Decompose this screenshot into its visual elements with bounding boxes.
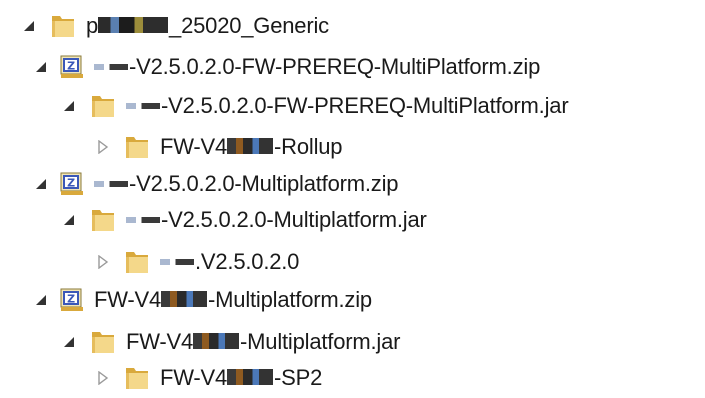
tree-row-label: -V2.5.0.2.0-FW-PREREQ-MultiPlatform.zip xyxy=(94,54,540,80)
folder-icon xyxy=(88,206,118,234)
tree-row-label: FW-V4 -SP2 xyxy=(160,365,323,390)
expanded-arrow-icon[interactable] xyxy=(34,293,48,307)
tree-row-label: -V2.5.0.2.0-Multiplatform.jar xyxy=(126,207,427,233)
folder-icon xyxy=(122,248,152,276)
redaction-mark xyxy=(227,369,274,385)
redaction-mark xyxy=(126,103,160,109)
redaction-mark xyxy=(94,64,128,70)
collapsed-arrow-icon[interactable] xyxy=(96,255,110,269)
tree-row-label: FW-V4 -Multiplatform.zip xyxy=(94,287,372,312)
redaction-mark xyxy=(94,181,128,187)
tree-row-zip[interactable]: Z -V2.5.0.2.0-Multiplatform.zip xyxy=(0,164,705,204)
expanded-arrow-icon[interactable] xyxy=(62,99,76,113)
redaction-mark xyxy=(160,259,194,265)
tree-row-jar[interactable]: FW-V4 -Multiplatform.jar xyxy=(0,322,705,362)
folder-tree: p _25020_Generic Z -V2.5.0.2.0-FW-PREREQ… xyxy=(0,0,705,390)
folder-icon xyxy=(88,92,118,120)
svg-text:Z: Z xyxy=(67,177,75,190)
tree-row-jar[interactable]: -V2.5.0.2.0-Multiplatform.jar xyxy=(0,200,705,240)
tree-row-label: FW-V4 -Rollup xyxy=(160,134,343,159)
expanded-arrow-icon[interactable] xyxy=(62,335,76,349)
zip-archive-icon: Z xyxy=(58,170,86,198)
svg-text:Z: Z xyxy=(67,293,75,306)
tree-row-label: -V2.5.0.2.0-FW-PREREQ-MultiPlatform.jar xyxy=(126,93,569,119)
tree-row-rollup[interactable]: FW-V4 -Rollup xyxy=(0,127,705,167)
tree-row-sp2[interactable]: FW-V4 -SP2 xyxy=(0,358,705,398)
tree-row-label: p _25020_Generic xyxy=(86,13,329,38)
redaction-mark xyxy=(98,17,169,33)
redaction-mark xyxy=(126,217,160,223)
tree-row-zip[interactable]: Z -V2.5.0.2.0-FW-PREREQ-MultiPlatform.zi… xyxy=(0,47,705,87)
redaction-mark xyxy=(161,291,208,307)
svg-text:Z: Z xyxy=(67,60,75,73)
expanded-arrow-icon[interactable] xyxy=(62,213,76,227)
tree-row-jar[interactable]: -V2.5.0.2.0-FW-PREREQ-MultiPlatform.jar xyxy=(0,86,705,126)
folder-icon xyxy=(88,328,118,356)
tree-row-label: FW-V4 -Multiplatform.jar xyxy=(126,329,401,354)
tree-row-label: -V2.5.0.2.0-Multiplatform.zip xyxy=(94,171,399,197)
redaction-mark xyxy=(193,333,240,349)
tree-row-version-folder[interactable]: .V2.5.0.2.0 xyxy=(0,242,705,282)
zip-archive-icon: Z xyxy=(58,53,86,81)
folder-icon xyxy=(48,12,78,40)
redaction-mark xyxy=(227,138,274,154)
expanded-arrow-icon[interactable] xyxy=(34,60,48,74)
collapsed-arrow-icon[interactable] xyxy=(96,371,110,385)
zip-archive-icon: Z xyxy=(58,286,86,314)
tree-row-root[interactable]: p _25020_Generic xyxy=(0,6,705,46)
expanded-arrow-icon[interactable] xyxy=(34,177,48,191)
collapsed-arrow-icon[interactable] xyxy=(96,140,110,154)
expanded-arrow-icon[interactable] xyxy=(22,19,36,33)
tree-row-zip[interactable]: Z FW-V4 -Multiplatform.zip xyxy=(0,280,705,320)
tree-row-label: .V2.5.0.2.0 xyxy=(160,249,299,275)
folder-icon xyxy=(122,133,152,161)
